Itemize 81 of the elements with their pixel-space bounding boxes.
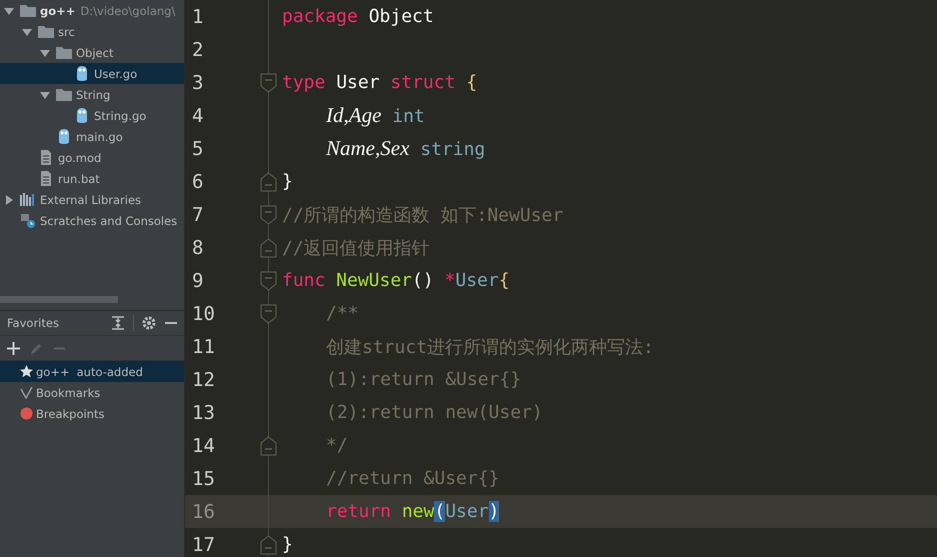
line-number: 13 [191,402,216,424]
line-number: 1 [191,6,204,28]
code-line: 创建struct进行所谓的实例化两种写法: [326,336,654,358]
library-icon [20,192,36,207]
favorites-item[interactable]: Breakpoints [0,403,184,424]
tree-item[interactable]: src [0,21,184,42]
code-line: } [282,171,293,192]
expanded-arrow-icon[interactable] [4,6,14,16]
code-line: Name,Sex string [326,136,486,161]
code-line: Id,Age int [326,103,425,128]
tree-item[interactable]: go++ D:\video\golang\ [0,0,184,21]
fold-marker-icon[interactable] [260,436,277,456]
breakpoint-dot-icon [20,407,33,420]
tree-item[interactable]: go.mod [0,147,184,168]
panel-title: Favorites [7,316,60,330]
line-number: 6 [191,170,204,192]
code-line: return new(User) [326,501,500,522]
code-line: package Object [282,6,434,27]
line-number: 11 [191,336,216,358]
fold-marker-icon[interactable] [260,72,277,92]
expanded-arrow-icon[interactable] [40,90,50,100]
line-number: 7 [191,204,204,226]
pencil-icon[interactable] [30,342,43,354]
line-number: 15 [191,468,216,490]
line-number: 5 [191,138,204,160]
expanded-arrow-icon[interactable] [22,26,32,36]
file-icon [38,171,54,186]
line-number: 3 [191,72,204,94]
fold-marker-icon[interactable] [260,204,277,224]
line-number: 12 [191,368,216,390]
tree-item[interactable]: Scratches and Consoles [0,210,184,231]
tree-item[interactable]: String [0,84,184,105]
tree-item[interactable]: String.go [0,105,184,126]
code-line: //返回值使用指针 [282,236,430,260]
tree-item[interactable]: External Libraries [0,189,184,210]
gopher-icon [74,66,90,81]
line-number: 4 [191,104,204,126]
file-icon [38,150,54,165]
favorites-item[interactable]: go++ auto-added [0,361,184,382]
line-number: 8 [191,236,204,258]
code-line: } [282,534,293,555]
collapse-all-icon[interactable] [111,316,125,330]
line-number: 9 [191,270,204,292]
gopher-icon [74,108,90,123]
gopher-icon [56,129,72,144]
folder-icon [20,3,36,18]
code-line: (2):return new(User) [326,402,543,423]
fold-marker-icon[interactable] [260,270,277,290]
tree-item[interactable]: User.go [0,63,184,84]
fold-marker-icon[interactable] [260,238,277,258]
code-line: (1):return &User{} [326,369,522,390]
tree-item[interactable]: Object [0,42,184,63]
code-line: type User struct { [282,72,478,93]
line-number: 2 [191,38,204,60]
code-editor[interactable] [185,0,937,557]
code-line: /** [326,303,359,324]
settings-icon[interactable] [142,316,156,330]
line-number: 16 [191,500,216,522]
folder-icon [56,45,72,60]
line-number: 10 [191,302,216,324]
tree-item[interactable]: main.go [0,126,184,147]
code-line: func NewUser() *User{ [282,270,510,291]
line-number: 14 [191,434,216,456]
folder-icon [38,24,54,39]
scratches-icon [20,213,36,228]
fold-marker-icon[interactable] [260,304,277,324]
fold-marker-icon[interactable] [260,534,277,554]
add-icon[interactable] [7,342,20,354]
code-line: */ [326,435,348,456]
star-icon [20,365,33,378]
fold-marker-icon[interactable] [260,172,277,192]
collapsed-arrow-icon[interactable] [4,194,14,204]
code-line: //return &User{} [326,468,500,489]
check-icon [20,386,33,399]
scrollbar[interactable] [0,296,118,302]
expanded-arrow-icon[interactable] [40,48,50,58]
folder-icon [56,87,72,102]
tree-item[interactable]: run.bat [0,168,184,189]
line-number: 17 [191,534,216,556]
favorites-item[interactable]: Bookmarks [0,382,184,403]
code-line: //所谓的构造函数 如下:NewUser [282,204,564,226]
